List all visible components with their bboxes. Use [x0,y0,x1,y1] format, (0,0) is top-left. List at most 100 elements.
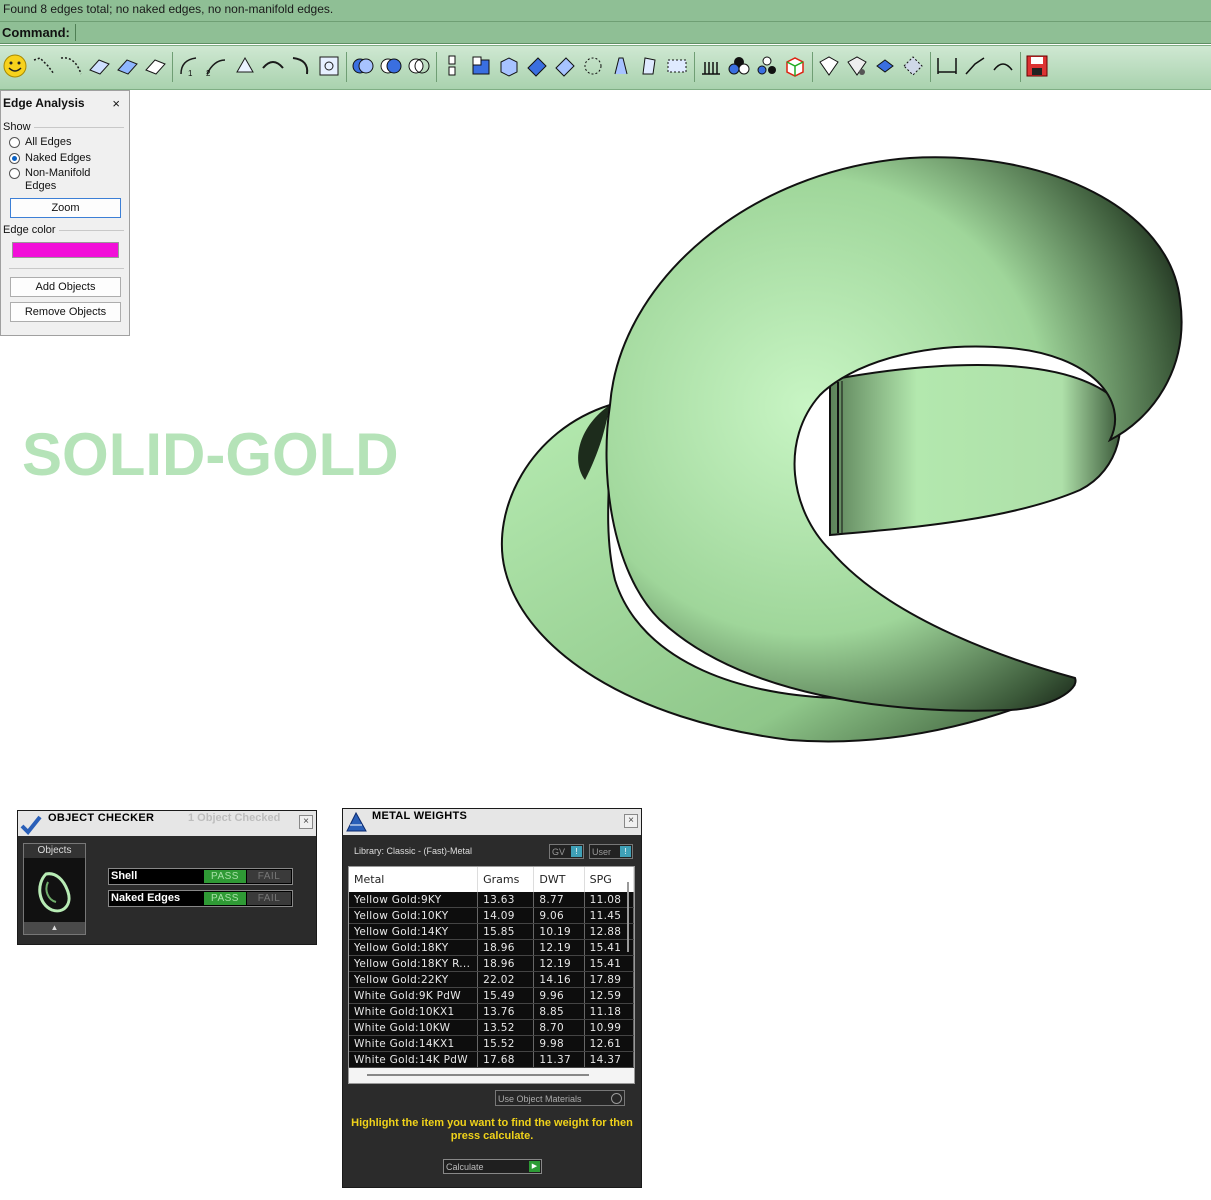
column-header[interactable]: DWT [533,867,585,892]
table-cell: 13.52 [477,1019,535,1036]
frame-icon[interactable] [665,54,689,78]
radio-non-manifold-edges[interactable] [9,168,20,179]
remove-objects-button[interactable]: Remove Objects [10,302,121,322]
table-row[interactable]: White Gold:9K PdW 15.49 9.96 12.59 [349,987,634,1004]
pass-badge: PASS [204,870,246,883]
surface-icon[interactable] [115,54,139,78]
save-icon[interactable] [1025,54,1049,78]
user-toggle[interactable]: User! [589,844,633,859]
smiley-icon[interactable] [3,54,27,78]
vertical-scrollbar[interactable] [627,882,629,952]
command-input[interactable] [75,24,1211,41]
gem-icon[interactable] [817,54,841,78]
table-row[interactable]: Yellow Gold:18KY R... 18.96 12.19 15.41 [349,955,634,972]
table-row[interactable]: Yellow Gold:18KY 18.96 12.19 15.41 [349,939,634,956]
table-cell: White Gold:10KX1 [349,1003,479,1020]
table-cell: Yellow Gold:18KY R... [349,955,479,972]
table-cell: Yellow Gold:9KY [349,892,479,908]
boolean-icon[interactable] [379,54,403,78]
radio-all-edges[interactable] [9,137,20,148]
divider [34,127,124,128]
snap-icon[interactable] [317,54,341,78]
gem-icon[interactable] [901,54,925,78]
objects-label: Objects [24,844,85,858]
cube-icon[interactable] [783,54,807,78]
edge-color-swatch[interactable] [12,242,119,258]
toolbar-separator [930,52,931,82]
curve-icon[interactable] [991,54,1015,78]
metal-table-grid: Metal Grams DWT SPG Yellow Gold:9KY 13.63… [349,867,634,1068]
ring-model[interactable] [490,150,1210,760]
boolean-icon[interactable] [351,54,375,78]
table-row[interactable]: White Gold:10KX1 13.76 8.85 11.18 [349,1003,634,1020]
box-icon[interactable] [497,54,521,78]
user-label: User [592,847,612,857]
objects-checked-count: 1 Object Checked [188,812,281,824]
checkmark-icon [20,815,42,835]
table-cell: 9.06 [533,907,585,924]
table-cell: 15.52 [477,1035,535,1052]
svg-text:1: 1 [188,69,193,78]
horizontal-scrollbar[interactable] [367,1074,589,1076]
check-row-naked-edges: Naked Edges PASS FAIL [108,890,293,907]
close-icon[interactable]: × [112,96,120,111]
table-row[interactable]: Yellow Gold:10KY 14.09 9.06 11.45 [349,907,634,924]
table-row[interactable]: Yellow Gold:9KY 13.63 8.77 11.08 [349,892,634,908]
column-header[interactable]: Metal [349,867,479,892]
boolean-icon[interactable] [407,54,431,78]
objects-thumbnail[interactable]: Objects ▲ [23,843,86,935]
gv-toggle[interactable]: GV! [549,844,584,859]
sweep-icon[interactable] [289,54,313,78]
add-objects-button[interactable]: Add Objects [10,277,121,297]
table-row[interactable]: White Gold:14KX1 15.52 9.98 12.61 [349,1035,634,1052]
table-row[interactable]: Yellow Gold:22KY 22.02 14.16 17.89 [349,971,634,988]
array-icon[interactable] [699,54,723,78]
curve-icon[interactable] [32,54,56,78]
divider [9,268,124,269]
use-object-materials-option[interactable]: Use Object Materials [495,1090,625,1106]
blend-icon[interactable]: 2 [204,54,228,78]
curve-icon[interactable] [609,54,633,78]
table-row[interactable]: White Gold:10KW 13.52 8.70 10.99 [349,1019,634,1036]
close-icon[interactable]: × [624,814,638,828]
table-cell: Yellow Gold:10KY [349,907,479,924]
scroll-up-icon[interactable]: ▲ [24,922,85,934]
toggle-knob-icon: ! [571,846,582,857]
edge-color-label: Edge color [3,224,56,236]
curve-icon[interactable] [637,54,661,78]
calculate-button[interactable]: Calculate ▶ [443,1159,542,1174]
table-cell: 14.16 [533,971,585,988]
fillet-icon[interactable]: 1 [178,54,202,78]
gem-icon[interactable] [873,54,897,78]
check-row-shell: Shell PASS FAIL [108,868,293,885]
dimension-icon[interactable] [935,54,959,78]
table-cell: 17.89 [584,971,634,988]
surface-icon[interactable] [143,54,167,78]
surface-icon[interactable] [87,54,111,78]
gem-icon[interactable] [845,54,869,78]
radio-label-naked-edges: Naked Edges [25,152,92,164]
points-icon[interactable] [581,54,605,78]
table-cell: 12.59 [584,987,634,1004]
table-cell: 11.37 [533,1051,585,1068]
close-icon[interactable]: × [299,815,313,829]
box-icon[interactable] [469,54,493,78]
loft-icon[interactable] [233,54,257,78]
column-header[interactable]: Grams [477,867,535,892]
status-message: Found 8 edges total; no naked edges, no … [0,0,1211,22]
edge-analysis-panel: Edge Analysis × Show All Edges Naked Edg… [0,90,130,336]
radio-naked-edges[interactable] [9,153,20,164]
render-icon[interactable] [755,54,779,78]
table-row[interactable]: White Gold:14K PdW 17.68 11.37 14.37 [349,1051,634,1068]
table-cell: 15.49 [477,987,535,1004]
zoom-button[interactable]: Zoom [10,198,121,218]
sweep-icon[interactable] [261,54,285,78]
surface-icon[interactable] [553,54,577,78]
curve-icon[interactable] [963,54,987,78]
surface-icon[interactable] [525,54,549,78]
split-icon[interactable] [441,54,465,78]
table-cell: White Gold:14K PdW [349,1051,479,1068]
table-row[interactable]: Yellow Gold:14KY 15.85 10.19 12.88 [349,923,634,940]
curve-icon[interactable] [59,54,83,78]
render-icon[interactable] [727,54,751,78]
